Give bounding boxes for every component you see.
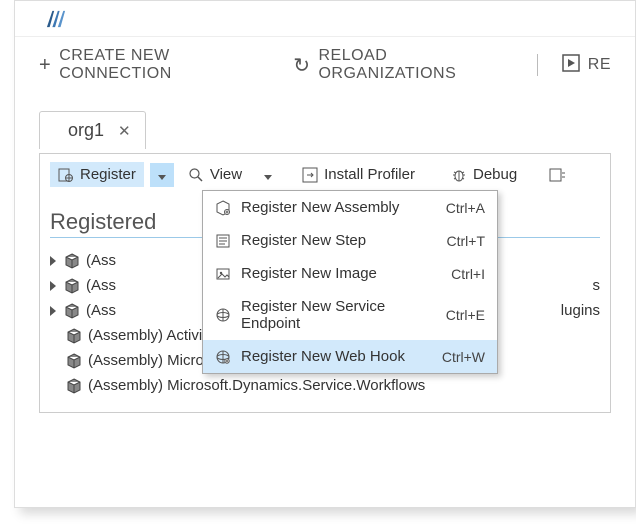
- re-partial-button[interactable]: RE: [562, 54, 611, 77]
- plus-icon: +: [39, 54, 51, 77]
- create-connection-button[interactable]: + CREATE NEW CONNECTION: [39, 47, 269, 83]
- tab-strip: org1 ✕: [39, 111, 611, 149]
- assembly-cube-icon: [66, 328, 82, 344]
- expander-placeholder: [50, 356, 58, 366]
- register-dropdown-caret[interactable]: [150, 163, 174, 187]
- create-connection-label: CREATE NEW CONNECTION: [59, 47, 269, 83]
- assembly-cube-icon: [64, 253, 80, 269]
- menu-label: Register New Service Endpoint: [241, 298, 436, 332]
- tab-org1[interactable]: org1 ✕: [39, 111, 146, 149]
- tree-suffix-partial: s: [593, 277, 601, 294]
- endpoint-icon: [215, 307, 231, 323]
- tree-suffix-partial: lugins: [561, 302, 600, 319]
- content-area: org1 ✕ Register View: [15, 93, 635, 437]
- assembly-cube-icon: [66, 353, 82, 369]
- menu-shortcut: Ctrl+I: [451, 266, 485, 282]
- register-new-web-hook-item[interactable]: Register New Web Hook Ctrl+W: [203, 340, 497, 373]
- overflow-icon: [549, 167, 565, 183]
- install-arrow-icon: [302, 167, 318, 183]
- install-profiler-button[interactable]: Install Profiler: [294, 162, 423, 187]
- expander-icon[interactable]: [50, 281, 56, 291]
- expander-placeholder: [50, 381, 58, 391]
- register-new-image-item[interactable]: Register New Image Ctrl+I: [203, 257, 497, 290]
- debug-label: Debug: [473, 166, 517, 183]
- inner-panel: Register View: [39, 153, 611, 413]
- view-label: View: [210, 166, 242, 183]
- install-profiler-label: Install Profiler: [324, 166, 415, 183]
- webhook-icon: [215, 349, 231, 365]
- register-dropdown-menu: Register New Assembly Ctrl+A Register Ne…: [202, 190, 498, 374]
- panel-toolbar: Register View: [48, 160, 602, 189]
- title-bar: [15, 1, 635, 37]
- chevron-down-icon: [158, 175, 166, 180]
- view-button[interactable]: View: [180, 162, 250, 187]
- assembly-cube-icon: [64, 303, 80, 319]
- bug-icon: [451, 167, 467, 183]
- magnifier-icon: [188, 167, 204, 183]
- assembly-icon: [215, 200, 231, 216]
- app-window: + CREATE NEW CONNECTION ↻ RELOAD ORGANIZ…: [14, 0, 636, 508]
- expander-icon[interactable]: [50, 256, 56, 266]
- tree-label: (Ass: [86, 302, 116, 319]
- view-dropdown-caret[interactable]: [256, 163, 280, 187]
- main-toolbar: + CREATE NEW CONNECTION ↻ RELOAD ORGANIZ…: [15, 37, 635, 93]
- menu-label: Register New Assembly: [241, 199, 436, 216]
- tab-label: org1: [68, 120, 104, 141]
- tree-row[interactable]: (Assembly) Microsoft.Dynamics.Service.Wo…: [48, 373, 602, 398]
- step-icon: [215, 233, 231, 249]
- menu-label: Register New Web Hook: [241, 348, 432, 365]
- menu-label: Register New Step: [241, 232, 437, 249]
- play-box-icon: [562, 54, 580, 77]
- register-new-step-item[interactable]: Register New Step Ctrl+T: [203, 224, 497, 257]
- menu-shortcut: Ctrl+W: [442, 349, 485, 365]
- expander-icon[interactable]: [50, 306, 56, 316]
- register-new-assembly-item[interactable]: Register New Assembly Ctrl+A: [203, 191, 497, 224]
- register-label: Register: [80, 166, 136, 183]
- tab-close-icon[interactable]: ✕: [118, 122, 131, 140]
- debug-button[interactable]: Debug: [443, 162, 525, 187]
- menu-shortcut: Ctrl+E: [446, 307, 485, 323]
- re-partial-label: RE: [588, 56, 611, 74]
- chevron-down-icon: [264, 175, 272, 180]
- register-gear-icon: [58, 167, 74, 183]
- assembly-cube-icon: [66, 378, 82, 394]
- tree-label: (Ass: [86, 277, 116, 294]
- image-icon: [215, 266, 231, 282]
- toolbar-divider: [537, 54, 538, 76]
- dynamics-logo-icon: [45, 9, 67, 29]
- reload-organizations-button[interactable]: ↻ RELOAD ORGANIZATIONS: [293, 47, 513, 83]
- assembly-cube-icon: [64, 278, 80, 294]
- tree-label: (Assembly) Microsoft.Dynamics.Service.Wo…: [88, 377, 425, 394]
- register-new-service-endpoint-item[interactable]: Register New Service Endpoint Ctrl+E: [203, 290, 497, 340]
- expander-placeholder: [50, 331, 58, 341]
- menu-label: Register New Image: [241, 265, 441, 282]
- reload-organizations-label: RELOAD ORGANIZATIONS: [318, 47, 512, 83]
- tree-label: (Ass: [86, 252, 116, 269]
- reload-icon: ↻: [293, 53, 310, 78]
- overflow-button[interactable]: [541, 163, 573, 187]
- menu-shortcut: Ctrl+T: [447, 233, 486, 249]
- menu-shortcut: Ctrl+A: [446, 200, 485, 216]
- register-button[interactable]: Register: [50, 162, 144, 187]
